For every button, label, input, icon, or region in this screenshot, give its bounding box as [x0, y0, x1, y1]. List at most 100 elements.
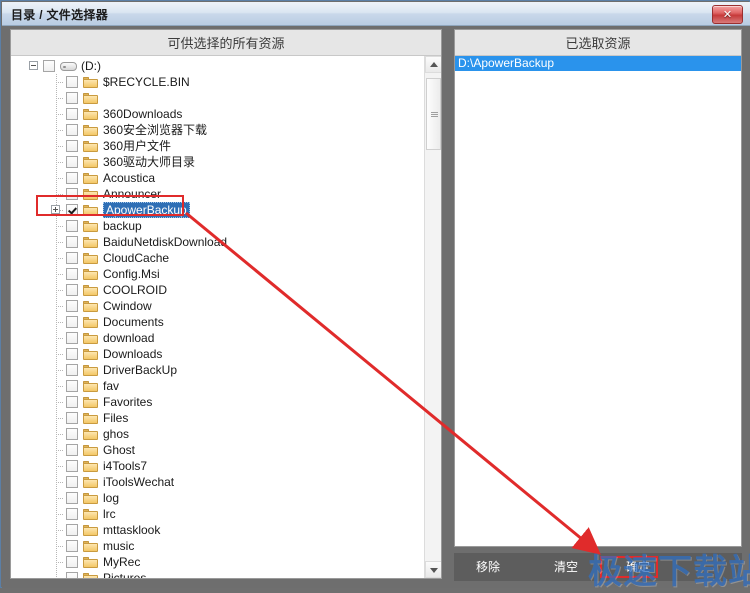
tree-row[interactable]: 360安全浏览器下载: [11, 122, 424, 138]
tree-checkbox[interactable]: [66, 396, 78, 408]
tree-row[interactable]: Downloads: [11, 346, 424, 362]
expander-icon[interactable]: [51, 205, 60, 214]
confirm-button[interactable]: 确定: [626, 558, 650, 576]
expander-icon[interactable]: [29, 61, 38, 70]
folder-icon: [83, 573, 98, 578]
tree-checkbox[interactable]: [66, 540, 78, 552]
scrollbar-thumb[interactable]: [426, 78, 441, 150]
tree-checkbox[interactable]: [66, 508, 78, 520]
tree-row[interactable]: i4Tools7: [11, 458, 424, 474]
tree-row[interactable]: mttasklook: [11, 522, 424, 538]
tree-checkbox[interactable]: [66, 380, 78, 392]
folder-icon: [83, 285, 98, 296]
tree-checkbox[interactable]: [66, 268, 78, 280]
tree-row-label: iToolsWechat: [103, 475, 175, 489]
tree-checkbox[interactable]: [43, 60, 55, 72]
tree-row-label: Files: [103, 411, 129, 425]
tree-row[interactable]: lrc: [11, 506, 424, 522]
tree-row[interactable]: COOLROID: [11, 282, 424, 298]
tree-guide-icon: [56, 498, 64, 499]
tree-row[interactable]: iToolsWechat: [11, 474, 424, 490]
tree-row[interactable]: 360用户文件: [11, 138, 424, 154]
tree-row[interactable]: log: [11, 490, 424, 506]
tree-checkbox[interactable]: [66, 316, 78, 328]
tree-checkbox[interactable]: [66, 428, 78, 440]
tree-checkbox[interactable]: [66, 188, 78, 200]
tree-row[interactable]: Announcer: [11, 186, 424, 202]
tree-checkbox[interactable]: [66, 524, 78, 536]
tree-checkbox[interactable]: [66, 172, 78, 184]
tree-row-label: COOLROID: [103, 283, 168, 297]
tree-checkbox[interactable]: [66, 252, 78, 264]
tree-checkbox[interactable]: [66, 204, 78, 216]
tree-scrollbar[interactable]: [424, 56, 441, 578]
tree-row[interactable]: ghos: [11, 426, 424, 442]
remove-button[interactable]: 移除: [476, 558, 500, 576]
tree-row[interactable]: fav: [11, 378, 424, 394]
tree-checkbox[interactable]: [66, 492, 78, 504]
tree-row[interactable]: [11, 90, 424, 106]
tree-row[interactable]: backup: [11, 218, 424, 234]
clear-button[interactable]: 清空: [554, 558, 578, 576]
tree-row[interactable]: Pictures: [11, 570, 424, 578]
tree-checkbox[interactable]: [66, 220, 78, 232]
tree-row[interactable]: Documents: [11, 314, 424, 330]
tree-checkbox[interactable]: [66, 236, 78, 248]
tree-checkbox[interactable]: [66, 76, 78, 88]
drive-icon: [60, 62, 77, 71]
scroll-up-button[interactable]: [425, 56, 441, 73]
tree-checkbox[interactable]: [66, 124, 78, 136]
tree-guide-icon: [56, 562, 64, 563]
tree-checkbox[interactable]: [66, 364, 78, 376]
tree-checkbox[interactable]: [66, 444, 78, 456]
tree-row[interactable]: DriverBackUp: [11, 362, 424, 378]
tree-row[interactable]: Ghost: [11, 442, 424, 458]
folder-icon: [83, 317, 98, 328]
tree-row[interactable]: music: [11, 538, 424, 554]
tree-checkbox[interactable]: [66, 156, 78, 168]
folder-icon: [83, 509, 98, 520]
tree-row[interactable]: 360Downloads: [11, 106, 424, 122]
selected-resource-item[interactable]: D:\ApowerBackup: [455, 56, 741, 71]
tree-row[interactable]: download: [11, 330, 424, 346]
tree-row[interactable]: Acoustica: [11, 170, 424, 186]
tree-checkbox[interactable]: [66, 572, 78, 578]
tree-row-label: fav: [103, 379, 120, 393]
tree-checkbox[interactable]: [66, 92, 78, 104]
folder-icon: [83, 525, 98, 536]
tree-checkbox[interactable]: [66, 284, 78, 296]
folder-icon: [83, 125, 98, 136]
tree-row[interactable]: CloudCache: [11, 250, 424, 266]
tree-guide-icon: [56, 418, 64, 419]
tree-row[interactable]: Files: [11, 410, 424, 426]
tree-checkbox[interactable]: [66, 412, 78, 424]
tree-checkbox[interactable]: [66, 332, 78, 344]
tree-row-root[interactable]: (D:): [11, 58, 424, 74]
tree-row[interactable]: BaiduNetdiskDownload: [11, 234, 424, 250]
tree-checkbox[interactable]: [66, 460, 78, 472]
folder-icon: [83, 301, 98, 312]
tree-checkbox[interactable]: [66, 476, 78, 488]
tree-checkbox[interactable]: [66, 108, 78, 120]
tree-row[interactable]: 360驱动大师目录: [11, 154, 424, 170]
tree-row[interactable]: ApowerBackup: [11, 202, 424, 218]
tree-row[interactable]: Cwindow: [11, 298, 424, 314]
tree-checkbox[interactable]: [66, 140, 78, 152]
folder-icon: [83, 221, 98, 232]
tree-row[interactable]: $RECYCLE.BIN: [11, 74, 424, 90]
tree-checkbox[interactable]: [66, 300, 78, 312]
tree-row[interactable]: Config.Msi: [11, 266, 424, 282]
tree-row-label: 360安全浏览器下载: [103, 123, 208, 137]
tree-checkbox[interactable]: [66, 348, 78, 360]
scroll-down-button[interactable]: [425, 561, 441, 578]
tree-row[interactable]: Favorites: [11, 394, 424, 410]
tree-row[interactable]: MyRec: [11, 554, 424, 570]
tree-row-label: Acoustica: [103, 171, 156, 185]
folder-icon: [83, 205, 98, 216]
tree-row-label: i4Tools7: [103, 459, 148, 473]
close-button[interactable]: ✕: [712, 5, 743, 24]
tree-guide-icon: [56, 338, 64, 339]
window-title: 目录 / 文件选择器: [11, 8, 109, 22]
selected-resources-list: D:\ApowerBackup: [455, 56, 741, 546]
tree-checkbox[interactable]: [66, 556, 78, 568]
